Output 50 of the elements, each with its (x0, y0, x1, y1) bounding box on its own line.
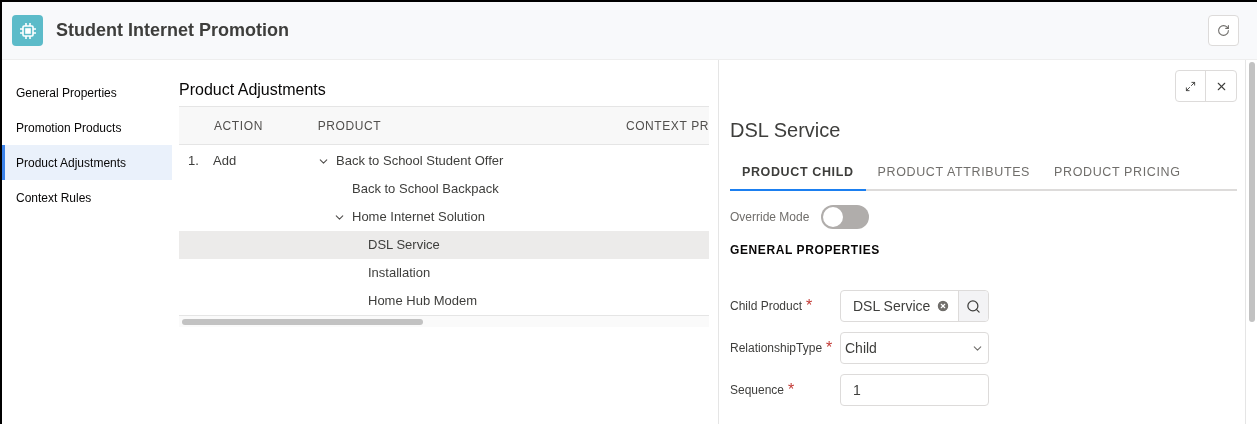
expand-icon (1185, 80, 1196, 92)
table-cell: Add (213, 153, 237, 169)
scrollbar-thumb[interactable] (182, 318, 423, 325)
required-mark: * (806, 296, 813, 316)
column-header: PRODUCT (317, 117, 383, 135)
product-name: Back to School Student Offer (336, 152, 504, 171)
field-label: Sequence (730, 382, 785, 399)
row-number: 1. (188, 153, 199, 169)
vertical-scrollbar[interactable] (1245, 60, 1257, 424)
tree-row[interactable]: Home Hub Modem (179, 287, 709, 315)
tree-row[interactable]: Back to School Backpack (179, 175, 709, 203)
product-name: Home Internet Solution (352, 208, 485, 227)
product-name: Installation (368, 264, 431, 283)
scrollbar-thumb[interactable] (1248, 62, 1255, 322)
sidebar-item[interactable]: Promotion Products (2, 110, 172, 145)
sidebar-item[interactable]: Context Rules (2, 180, 172, 215)
tab[interactable]: PRODUCT CHILD (730, 155, 866, 191)
field-label: Child Product (730, 298, 803, 315)
override-label: Override Mode (730, 209, 810, 226)
sidebar-item[interactable]: Product Adjustments (2, 145, 172, 180)
sidebar-item[interactable]: General Properties (2, 75, 172, 110)
tree-row[interactable]: 1. Add Back to School Student Offer (179, 147, 709, 175)
section-title: Product Adjustments (179, 80, 327, 100)
search-button[interactable] (958, 291, 988, 321)
tab[interactable]: PRODUCT ATTRIBUTES (865, 155, 1043, 191)
refresh-button[interactable] (1208, 15, 1239, 46)
horizontal-scrollbar[interactable] (179, 315, 709, 327)
tree-row[interactable]: Home Internet Solution (179, 203, 709, 231)
tree-row[interactable]: Installation (179, 259, 709, 287)
sequence-field[interactable]: 1 (840, 374, 989, 406)
column-header: CONTEXT PR (625, 117, 709, 135)
product-name: DSL Service (368, 236, 440, 255)
product-name: Back to School Backpack (352, 180, 499, 199)
section-heading: GENERAL PROPERTIES (730, 242, 881, 259)
tree-row[interactable]: DSL Service (179, 231, 709, 259)
required-mark: * (826, 338, 833, 358)
product-name: Home Hub Modem (368, 292, 478, 311)
tab[interactable]: PRODUCT PRICING (1042, 155, 1193, 191)
refresh-icon (1217, 24, 1230, 37)
panel-title: DSL Service (730, 118, 842, 143)
override-toggle[interactable] (821, 205, 870, 229)
field-label: RelationshipType (730, 340, 823, 357)
clear-icon[interactable] (936, 299, 950, 313)
relationship-type-select[interactable]: Child (840, 332, 989, 364)
page-title: Student Internet Promotion (56, 19, 289, 42)
required-mark: * (788, 380, 795, 400)
column-header: ACTION (213, 117, 264, 135)
search-icon (966, 298, 981, 314)
chip-icon (12, 15, 43, 46)
child-product-field[interactable]: DSL Service (840, 290, 989, 322)
